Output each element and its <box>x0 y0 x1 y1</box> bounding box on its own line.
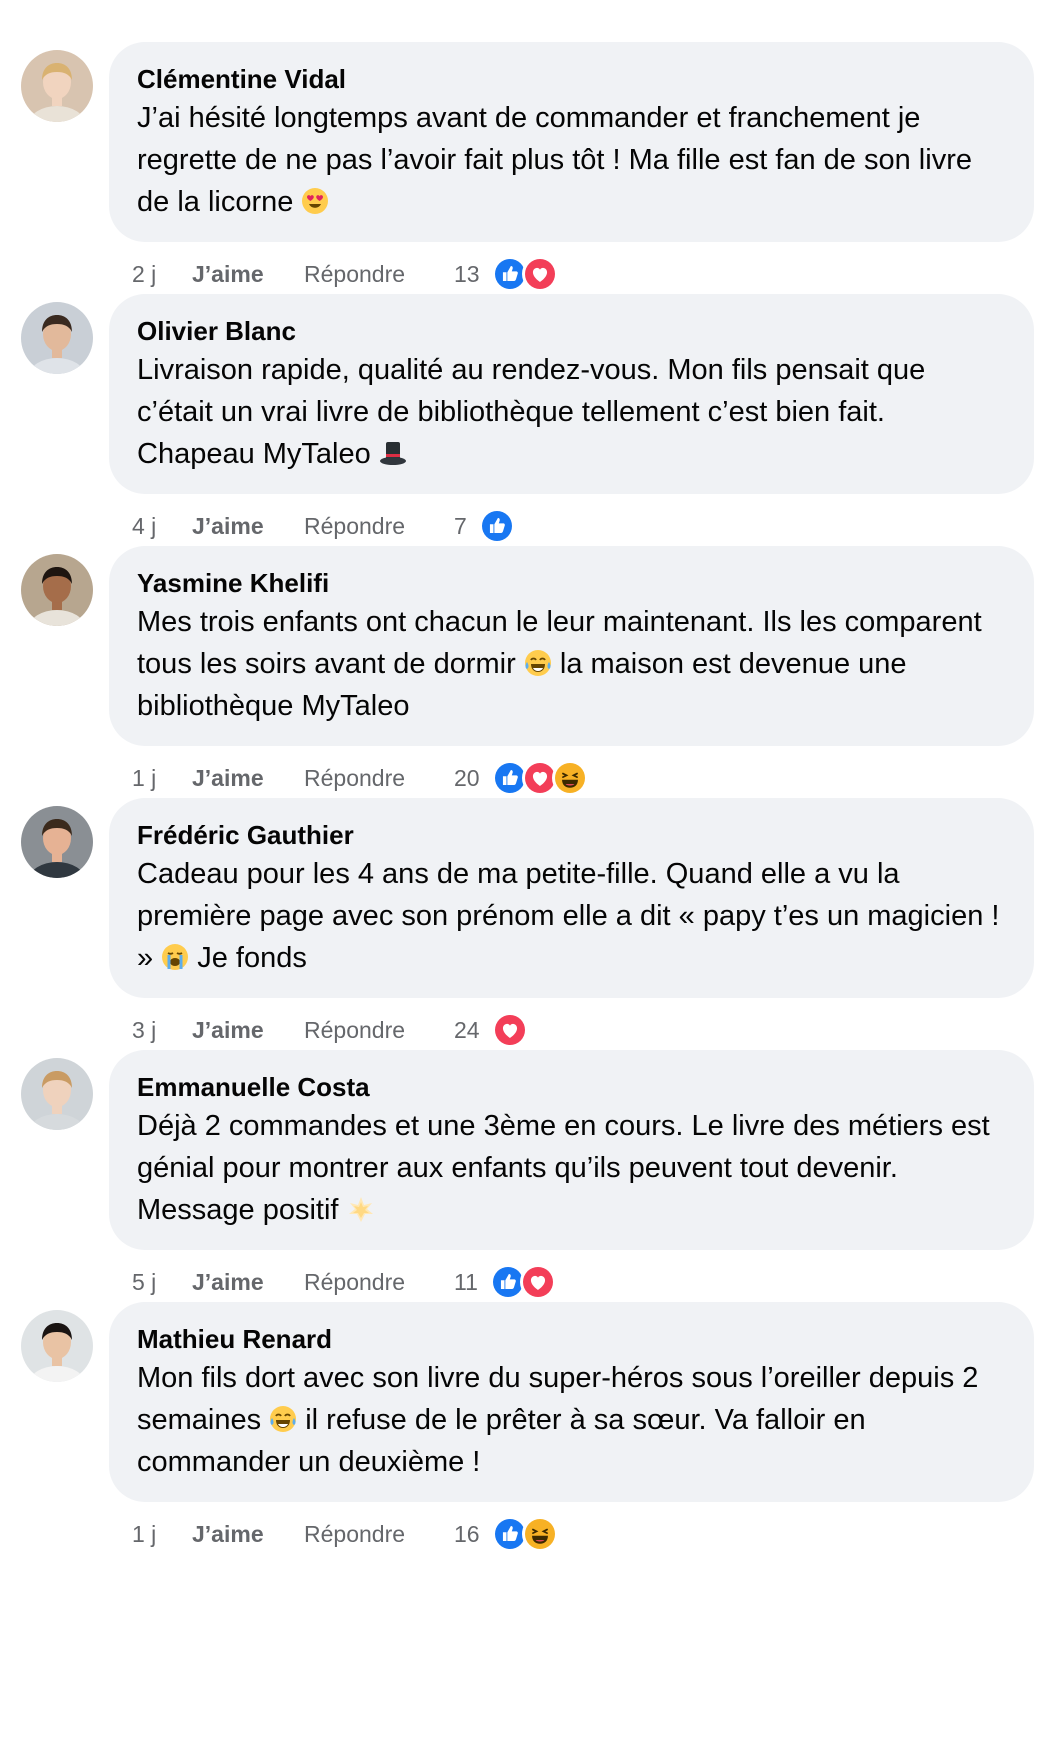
comment-text-part: J’ai hésité longtemps avant de commander… <box>137 102 972 218</box>
comment-actions: 4 j J’aime Répondre 7 <box>132 506 515 546</box>
comment-text-part: Je fonds <box>189 942 307 974</box>
like-button[interactable]: J’aime <box>192 1521 304 1548</box>
reaction-count[interactable]: 24 <box>454 1017 480 1044</box>
top-hat-emoji <box>379 439 407 467</box>
comment-author[interactable]: Mathieu Renard <box>137 1324 1006 1354</box>
comment-timestamp[interactable]: 5 j <box>132 1269 192 1296</box>
avatar[interactable] <box>21 554 93 626</box>
comment-text: Déjà 2 commandes et une 3ème en cours. L… <box>137 1105 1006 1231</box>
comment-text: Cadeau pour les 4 ans de ma petite-fille… <box>137 853 1006 979</box>
comment-actions: 1 j J’aime Répondre 20 <box>132 758 588 798</box>
avatar[interactable] <box>21 1310 93 1382</box>
love-reaction-icon <box>491 1012 528 1048</box>
haha-reaction-icon <box>521 1516 558 1552</box>
like-button[interactable]: J’aime <box>192 765 304 792</box>
comment-bubble: Mathieu Renard Mon fils dort avec son liv… <box>109 1302 1034 1502</box>
comment-timestamp[interactable]: 1 j <box>132 1521 192 1548</box>
star-emoji <box>347 1195 375 1223</box>
avatar[interactable] <box>21 1058 93 1130</box>
like-reaction-icon <box>478 508 515 544</box>
comment-actions: 1 j J’aime Répondre 16 <box>132 1514 558 1554</box>
comment-text-part: Livraison rapide, qualité au rendez-vous… <box>137 354 926 470</box>
comment-actions: 5 j J’aime Répondre 11 <box>132 1262 556 1302</box>
avatar[interactable] <box>21 302 93 374</box>
love-reaction-icon <box>521 256 558 292</box>
comment-author[interactable]: Yasmine Khelifi <box>137 568 1006 598</box>
reaction-count[interactable]: 7 <box>454 513 467 540</box>
like-button[interactable]: J’aime <box>192 261 304 288</box>
heart-eyes-emoji <box>301 187 329 215</box>
comment-timestamp[interactable]: 2 j <box>132 261 192 288</box>
reactions-summary[interactable] <box>491 760 588 796</box>
avatar[interactable] <box>21 806 93 878</box>
comment-text-part: Déjà 2 commandes et une 3ème en cours. L… <box>137 1110 990 1226</box>
reactions-summary[interactable] <box>478 508 515 544</box>
comment-timestamp[interactable]: 1 j <box>132 765 192 792</box>
comment-actions: 3 j J’aime Répondre 24 <box>132 1010 528 1050</box>
reply-button[interactable]: Répondre <box>304 1521 454 1548</box>
comment: Olivier Blanc Livraison rapide, qualité a… <box>0 294 1060 574</box>
reply-button[interactable]: Répondre <box>304 1269 454 1296</box>
like-button[interactable]: J’aime <box>192 513 304 540</box>
comment-text: Mes trois enfants ont chacun le leur mai… <box>137 601 1006 727</box>
comment-text: J’ai hésité longtemps avant de commander… <box>137 97 1006 223</box>
comment: Emmanuelle Costa Déjà 2 commandes et une … <box>0 1050 1060 1330</box>
comment-timestamp[interactable]: 4 j <box>132 513 192 540</box>
reply-button[interactable]: Répondre <box>304 765 454 792</box>
avatar[interactable] <box>21 50 93 122</box>
reply-button[interactable]: Répondre <box>304 1017 454 1044</box>
comment: Mathieu Renard Mon fils dort avec son liv… <box>0 1302 1060 1582</box>
reactions-summary[interactable] <box>491 1516 558 1552</box>
love-reaction-icon <box>519 1264 556 1300</box>
comment-author[interactable]: Clémentine Vidal <box>137 64 1006 94</box>
reaction-count[interactable]: 13 <box>454 261 480 288</box>
comment: Clémentine Vidal J’ai hésité longtemps av… <box>0 42 1060 322</box>
like-button[interactable]: J’aime <box>192 1017 304 1044</box>
comment-actions: 2 j J’aime Répondre 13 <box>132 254 558 294</box>
reactions-summary[interactable] <box>491 256 558 292</box>
crying-emoji <box>161 943 189 971</box>
comment-author[interactable]: Emmanuelle Costa <box>137 1072 1006 1102</box>
tears-of-joy-emoji <box>524 649 552 677</box>
like-button[interactable]: J’aime <box>192 1269 304 1296</box>
comment-author[interactable]: Frédéric Gauthier <box>137 820 1006 850</box>
comment-bubble: Frédéric Gauthier Cadeau pour les 4 ans d… <box>109 798 1034 998</box>
reactions-summary[interactable] <box>491 1012 528 1048</box>
reply-button[interactable]: Répondre <box>304 513 454 540</box>
comment: Frédéric Gauthier Cadeau pour les 4 ans d… <box>0 798 1060 1078</box>
reactions-summary[interactable] <box>489 1264 556 1300</box>
comment-text: Mon fils dort avec son livre du super-hé… <box>137 1357 1006 1483</box>
comment-text: Livraison rapide, qualité au rendez-vous… <box>137 349 1006 475</box>
reaction-count[interactable]: 20 <box>454 765 480 792</box>
comment-timestamp[interactable]: 3 j <box>132 1017 192 1044</box>
comment-bubble: Emmanuelle Costa Déjà 2 commandes et une … <box>109 1050 1034 1250</box>
comment: Yasmine Khelifi Mes trois enfants ont cha… <box>0 546 1060 826</box>
reply-button[interactable]: Répondre <box>304 261 454 288</box>
tears-of-joy-emoji <box>269 1405 297 1433</box>
comment-bubble: Yasmine Khelifi Mes trois enfants ont cha… <box>109 546 1034 746</box>
comment-bubble: Olivier Blanc Livraison rapide, qualité a… <box>109 294 1034 494</box>
reaction-count[interactable]: 16 <box>454 1521 480 1548</box>
comment-author[interactable]: Olivier Blanc <box>137 316 1006 346</box>
comment-bubble: Clémentine Vidal J’ai hésité longtemps av… <box>109 42 1034 242</box>
haha-reaction-icon <box>551 760 588 796</box>
reaction-count[interactable]: 11 <box>454 1269 478 1296</box>
